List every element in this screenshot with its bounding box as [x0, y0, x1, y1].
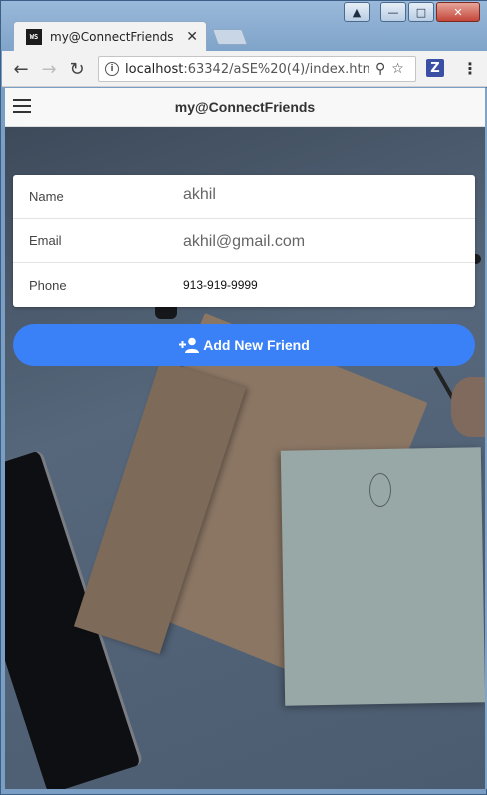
background-photo: Name akhil Email akhil@gmail.com Phone 9…: [5, 127, 485, 789]
email-row: Email akhil@gmail.com: [13, 219, 475, 263]
phone-label: Phone: [29, 277, 67, 293]
add-new-friend-button[interactable]: Add New Friend: [13, 324, 475, 366]
add-person-icon: [179, 337, 200, 353]
app-title: my@ConnectFriends: [174, 99, 316, 115]
url-host: localhost: [125, 61, 184, 77]
phone-field[interactable]: 913-919-9999: [183, 278, 258, 292]
back-arrow-icon[interactable]: ←: [10, 58, 32, 80]
address-toolbar: ← → ↻ i localhost:63342/aSE%20(4)/index.…: [2, 51, 487, 87]
browser-tab[interactable]: WS my@ConnectFriends ✕: [13, 21, 207, 51]
add-new-friend-label: Add New Friend: [203, 337, 310, 353]
reload-icon[interactable]: ↻: [66, 58, 88, 80]
address-bar[interactable]: i localhost:63342/aSE%20(4)/index.html? …: [98, 56, 416, 82]
info-icon[interactable]: i: [105, 62, 119, 76]
tab-title: my@ConnectFriends: [50, 29, 174, 44]
name-label: Name: [29, 189, 64, 204]
extension-icon[interactable]: Z: [426, 59, 444, 77]
forward-arrow-icon[interactable]: →: [38, 58, 60, 80]
title-bar: ▲ — □ ✕ WS my@ConnectFriends ✕: [1, 1, 487, 51]
email-field[interactable]: akhil@gmail.com: [183, 233, 305, 251]
window-controls: ▲ — □ ✕: [344, 2, 480, 22]
app-header: my@ConnectFriends: [5, 88, 485, 127]
browser-menu-icon[interactable]: ⋮: [462, 59, 478, 78]
zoom-icon[interactable]: ⚲: [375, 61, 385, 77]
close-window-button[interactable]: ✕: [436, 2, 480, 22]
bookmark-star-icon[interactable]: ☆: [391, 61, 404, 77]
friend-form: Name akhil Email akhil@gmail.com Phone 9…: [13, 175, 475, 307]
hamburger-menu-icon[interactable]: [13, 99, 31, 113]
tab-favicon-icon: WS: [26, 28, 42, 45]
minimize-button[interactable]: —: [380, 2, 406, 22]
tab-close-icon[interactable]: ✕: [186, 29, 198, 45]
page-viewport: my@ConnectFriends Name akhil Email akhil…: [5, 88, 485, 789]
url-text[interactable]: localhost:63342/aSE%20(4)/index.html?: [125, 62, 369, 77]
url-path: :63342/aSE%20(4)/index.html?: [183, 61, 369, 77]
browser-window: ▲ — □ ✕ WS my@ConnectFriends ✕ ← → ↻ i l…: [0, 0, 487, 795]
phone-row: Phone 913-919-9999: [13, 263, 475, 307]
name-field[interactable]: akhil: [183, 186, 216, 204]
email-label: Email: [29, 233, 62, 248]
user-icon[interactable]: ▲: [344, 2, 370, 22]
name-row: Name akhil: [13, 175, 475, 219]
maximize-button[interactable]: □: [408, 2, 434, 22]
new-tab-button[interactable]: [212, 29, 248, 45]
